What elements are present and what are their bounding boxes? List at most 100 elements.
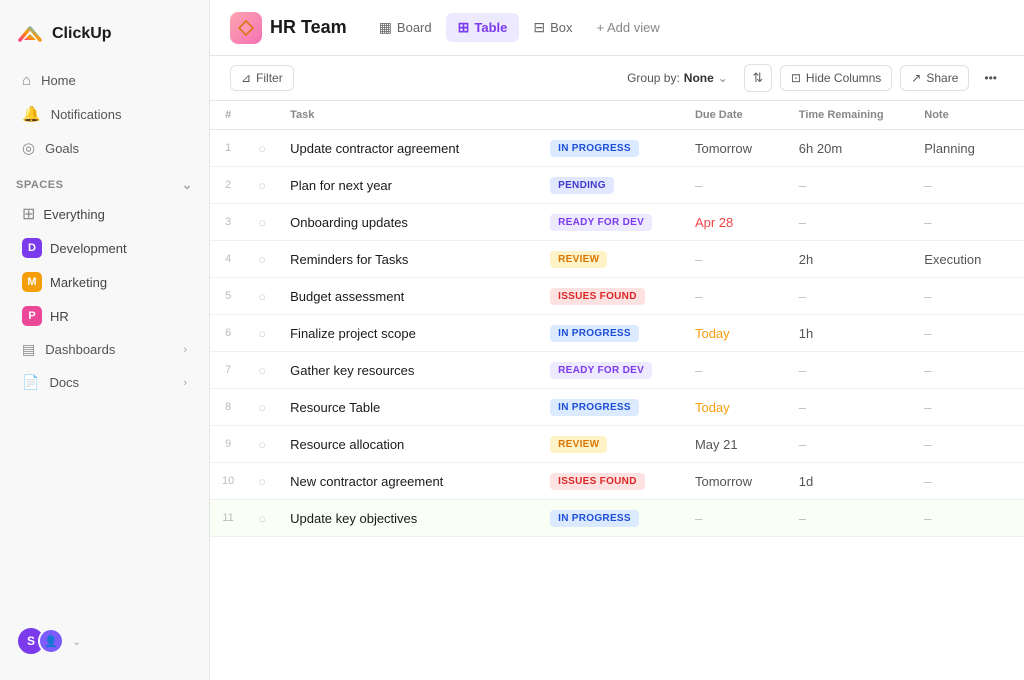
filter-icon: ⊿ [241,71,251,85]
sidebar-item-hr[interactable]: P HR [6,300,203,332]
status-badge: IN PROGRESS [550,140,639,157]
sidebar-item-docs[interactable]: 📄 Docs › [6,367,203,398]
row-check[interactable]: ○ [246,500,278,537]
grid-icon: ⊞ [22,204,35,224]
col-time-remaining: Time Remaining [787,101,912,130]
sidebar-item-notifications[interactable]: 🔔 Notifications [6,98,203,130]
table-row[interactable]: 6○Finalize project scopeIN PROGRESSToday… [210,315,1024,352]
row-due-date: Today [683,315,787,352]
sidebar-item-dashboards[interactable]: ▤ Dashboards › [6,334,203,365]
sidebar-item-goals[interactable]: ◎ Goals [6,132,203,164]
row-task-name: Plan for next year [278,167,538,204]
box-tab-icon: ⊟ [533,19,545,36]
table-row[interactable]: 5○Budget assessmentISSUES FOUND––– [210,278,1024,315]
clickup-logo-icon [16,20,44,48]
row-status: PENDING [538,167,683,204]
tab-table[interactable]: ⊞ Table [446,13,520,42]
table-row[interactable]: 9○Resource allocationREVIEWMay 21–– [210,426,1024,463]
everything-label: Everything [43,207,104,222]
add-view-button[interactable]: + Add view [587,14,670,41]
row-status: ISSUES FOUND [538,463,683,500]
table-body: 1○Update contractor agreementIN PROGRESS… [210,130,1024,537]
box-tab-label: Box [550,20,572,35]
avatar-chevron-icon: ⌄ [72,635,81,648]
row-check[interactable]: ○ [246,426,278,463]
row-note: – [912,500,1024,537]
row-due-date: Tomorrow [683,130,787,167]
goals-label: Goals [45,141,79,156]
filter-label: Filter [256,71,283,85]
sidebar-item-development[interactable]: D Development [6,232,203,264]
row-due-date: – [683,352,787,389]
table-row[interactable]: 3○Onboarding updatesREADY FOR DEVApr 28–… [210,204,1024,241]
row-time-remaining: 1d [787,463,912,500]
row-task-name: Gather key resources [278,352,538,389]
app-name: ClickUp [52,25,112,43]
table-row[interactable]: 8○Resource TableIN PROGRESSToday–– [210,389,1024,426]
status-badge: READY FOR DEV [550,214,652,231]
sidebar: ClickUp ⌂ Home 🔔 Notifications ◎ Goals S… [0,0,210,680]
row-note: Execution [912,241,1024,278]
spaces-section-header: Spaces ⌄ [0,165,209,197]
row-number: 1 [210,130,246,167]
row-check[interactable]: ○ [246,130,278,167]
row-time-remaining: – [787,204,912,241]
group-by-selector[interactable]: Group by: None ⌄ [619,66,736,90]
hide-columns-button[interactable]: ⊡ Hide Columns [780,65,892,91]
row-due-date: Tomorrow [683,463,787,500]
sidebar-item-marketing[interactable]: M Marketing [6,266,203,298]
row-time-remaining: – [787,426,912,463]
row-check[interactable]: ○ [246,241,278,278]
row-note: – [912,463,1024,500]
table-row[interactable]: 4○Reminders for TasksREVIEW–2hExecution [210,241,1024,278]
table-row[interactable]: 2○Plan for next yearPENDING––– [210,167,1024,204]
row-task-name: Update key objectives [278,500,538,537]
row-time-remaining: – [787,500,912,537]
view-tabs: ▦ Board ⊞ Table ⊟ Box + Add view [367,13,670,42]
sidebar-item-home[interactable]: ⌂ Home [6,65,203,96]
row-task-name: New contractor agreement [278,463,538,500]
logo-area[interactable]: ClickUp [0,12,209,64]
row-task-name: Resource Table [278,389,538,426]
goal-icon: ◎ [22,139,35,157]
share-label: Share [926,71,958,85]
row-time-remaining: – [787,278,912,315]
sort-button[interactable]: ⇅ [744,64,772,92]
row-status: READY FOR DEV [538,352,683,389]
table-row[interactable]: 1○Update contractor agreementIN PROGRESS… [210,130,1024,167]
row-number: 9 [210,426,246,463]
row-task-name: Finalize project scope [278,315,538,352]
table-container[interactable]: # Task Due Date Time Remaining Note 1○Up… [210,101,1024,680]
share-button[interactable]: ↗ Share [900,65,969,91]
row-note: – [912,278,1024,315]
row-note: Planning [912,130,1024,167]
docs-icon: 📄 [22,374,39,391]
row-check[interactable]: ○ [246,204,278,241]
home-label: Home [41,73,76,88]
row-number: 2 [210,167,246,204]
table-row[interactable]: 7○Gather key resourcesREADY FOR DEV––– [210,352,1024,389]
row-status: REVIEW [538,241,683,278]
row-check[interactable]: ○ [246,278,278,315]
row-note: – [912,352,1024,389]
row-check[interactable]: ○ [246,167,278,204]
row-task-name: Resource allocation [278,426,538,463]
row-task-name: Budget assessment [278,278,538,315]
row-number: 3 [210,204,246,241]
filter-button[interactable]: ⊿ Filter [230,65,294,91]
tab-board[interactable]: ▦ Board [367,13,444,42]
table-row[interactable]: 10○New contractor agreementISSUES FOUNDT… [210,463,1024,500]
table-row[interactable]: 11○Update key objectivesIN PROGRESS––– [210,500,1024,537]
row-check[interactable]: ○ [246,463,278,500]
tab-box[interactable]: ⊟ Box [521,13,584,42]
avatar-group[interactable]: S 👤 [16,626,64,656]
status-badge: IN PROGRESS [550,510,639,527]
more-options-button[interactable]: ••• [977,66,1004,90]
sidebar-item-everything[interactable]: ⊞ Everything [6,198,203,230]
row-check[interactable]: ○ [246,352,278,389]
row-due-date: Today [683,389,787,426]
status-badge: IN PROGRESS [550,399,639,416]
row-check[interactable]: ○ [246,315,278,352]
table-tab-label: Table [474,20,507,35]
row-check[interactable]: ○ [246,389,278,426]
